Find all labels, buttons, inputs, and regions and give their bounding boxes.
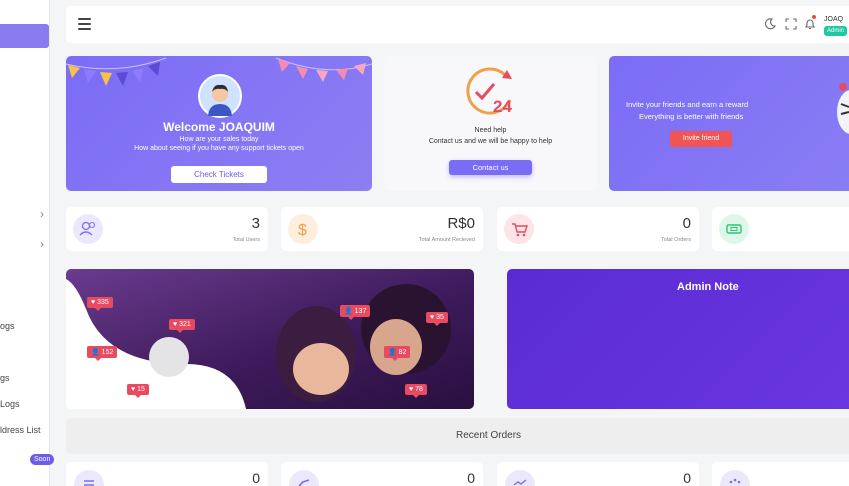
stat-card: 0 xyxy=(497,462,699,486)
notification-dot xyxy=(812,15,816,19)
cart-icon xyxy=(504,214,534,244)
recent-orders-title: Recent Orders xyxy=(456,430,522,441)
stat-label: Total Users xyxy=(232,237,260,243)
sidebar-item[interactable]: ogs xyxy=(0,321,15,331)
avatar xyxy=(198,74,242,118)
welcome-title: Welcome JOAQUIM xyxy=(163,120,275,134)
help-card: 24 Need help Contact us and we will be h… xyxy=(384,56,597,191)
invite-text: Everything is better with friends xyxy=(639,112,744,121)
user-badge: 👤 137 xyxy=(340,305,371,320)
mask-illustration xyxy=(837,83,849,134)
chevron-right-icon[interactable]: › xyxy=(40,207,44,221)
heart-badge: ♥ 15 xyxy=(127,384,149,398)
admin-note-title: Admin Note xyxy=(677,281,739,293)
check-tickets-button[interactable]: Check Tickets xyxy=(171,166,267,183)
invite-friend-button[interactable]: Invite friend xyxy=(670,131,732,147)
top-navbar: JOAQ Admin xyxy=(66,6,849,43)
user-badge: 👤 82 xyxy=(384,346,411,361)
invite-text: Invite your friends and earn a reward xyxy=(626,100,749,109)
sidebar-active-item[interactable] xyxy=(0,24,49,48)
soon-badge: Soon xyxy=(30,454,55,465)
stat-label: Total Orders xyxy=(661,237,691,243)
support-24-text: 24 xyxy=(493,97,512,116)
stat-card: 0 xyxy=(281,462,483,486)
stat-value: 0 xyxy=(683,470,691,486)
stat-value: 0 xyxy=(467,470,475,486)
stat-card-users: 3 Total Users xyxy=(66,207,268,251)
list-icon xyxy=(74,470,104,486)
welcome-subtitle: How about seeing if you have any support… xyxy=(134,145,304,152)
sidebar-item[interactable]: Logs xyxy=(0,399,20,409)
ticket-icon xyxy=(719,214,749,244)
stat-card-tickets xyxy=(712,207,849,251)
loader-icon xyxy=(720,470,750,486)
stat-card-orders: 0 Total Orders xyxy=(497,207,699,251)
users-icon xyxy=(73,214,103,244)
stat-card-amount: $ R$0 Total Amount Recieved xyxy=(281,207,483,251)
svg-text:$: $ xyxy=(298,222,307,239)
fullscreen-icon[interactable] xyxy=(784,17,798,31)
user-badge: 👤 152 xyxy=(87,346,118,361)
photo-card: ♥ 335 ♥ 321 👤 152 ♥ 15 👤 137 ♥ 35 👤 82 ♥… xyxy=(66,269,474,409)
help-title: Need help xyxy=(474,127,507,134)
stat-card: 0 xyxy=(66,462,268,486)
check-icon xyxy=(289,470,319,486)
sidebar: › › ogs gs Logs ldress List Soon xyxy=(0,0,55,486)
heart-badge: ♥ 35 xyxy=(426,312,448,326)
admin-note-card: Admin Note xyxy=(507,269,849,409)
welcome-subtitle: How are your sales today xyxy=(179,136,259,143)
role-badge: Admin xyxy=(824,26,848,36)
chevron-right-icon[interactable]: › xyxy=(40,237,44,251)
user-name[interactable]: JOAQ xyxy=(824,16,843,23)
help-text: Contact us and we will be happy to help xyxy=(428,138,553,145)
bell-icon[interactable] xyxy=(803,17,817,31)
invite-card: Invite your friends and earn a reward Ev… xyxy=(609,56,849,191)
heart-badge: ♥ 78 xyxy=(405,384,427,398)
stat-value: 3 xyxy=(251,215,260,232)
dollar-icon: $ xyxy=(288,214,318,244)
recent-orders-header: Recent Orders xyxy=(66,418,849,454)
support-24-icon: 24 xyxy=(466,67,512,116)
moon-icon[interactable] xyxy=(763,17,777,31)
heart-badge: ♥ 321 xyxy=(169,319,195,333)
sidebar-item[interactable]: gs xyxy=(0,373,10,383)
stat-label: Total Amount Recieved xyxy=(418,237,475,243)
heart-badge: ♥ 335 xyxy=(87,297,113,311)
sidebar-item[interactable]: ldress List xyxy=(0,425,41,435)
stat-value: 0 xyxy=(682,215,691,232)
stat-card xyxy=(712,462,849,486)
stat-value: 0 xyxy=(252,470,260,486)
contact-us-button[interactable]: Contact us xyxy=(449,160,532,175)
trend-icon xyxy=(505,470,535,486)
welcome-card: Welcome JOAQUIM How are your sales today… xyxy=(66,56,372,191)
menu-icon[interactable] xyxy=(78,18,91,30)
stat-value: R$0 xyxy=(447,215,475,232)
